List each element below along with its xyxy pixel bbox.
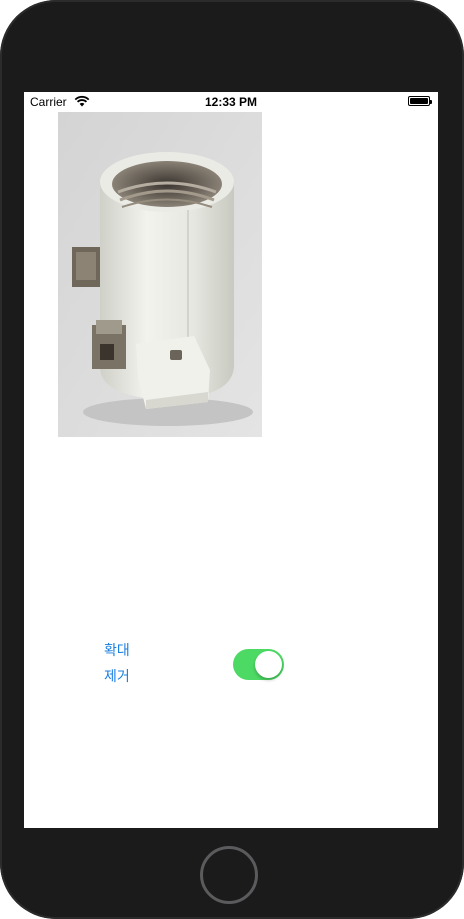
- lamp-socket-image: [58, 112, 262, 437]
- status-bar: Carrier 12:33 PM: [24, 92, 438, 112]
- label-group: 확대 제거: [104, 637, 130, 689]
- status-time: 12:33 PM: [204, 95, 258, 109]
- remove-label: 제거: [104, 668, 130, 684]
- zoom-label: 확대: [104, 642, 130, 658]
- toggle-switch[interactable]: [233, 649, 284, 680]
- toggle-knob: [255, 651, 282, 678]
- home-button[interactable]: [200, 846, 258, 904]
- battery-icon: [408, 96, 432, 106]
- device-frame: Carrier 12:33 PM 확대 제거: [0, 0, 464, 919]
- screen: Carrier 12:33 PM 확대 제거: [24, 92, 438, 828]
